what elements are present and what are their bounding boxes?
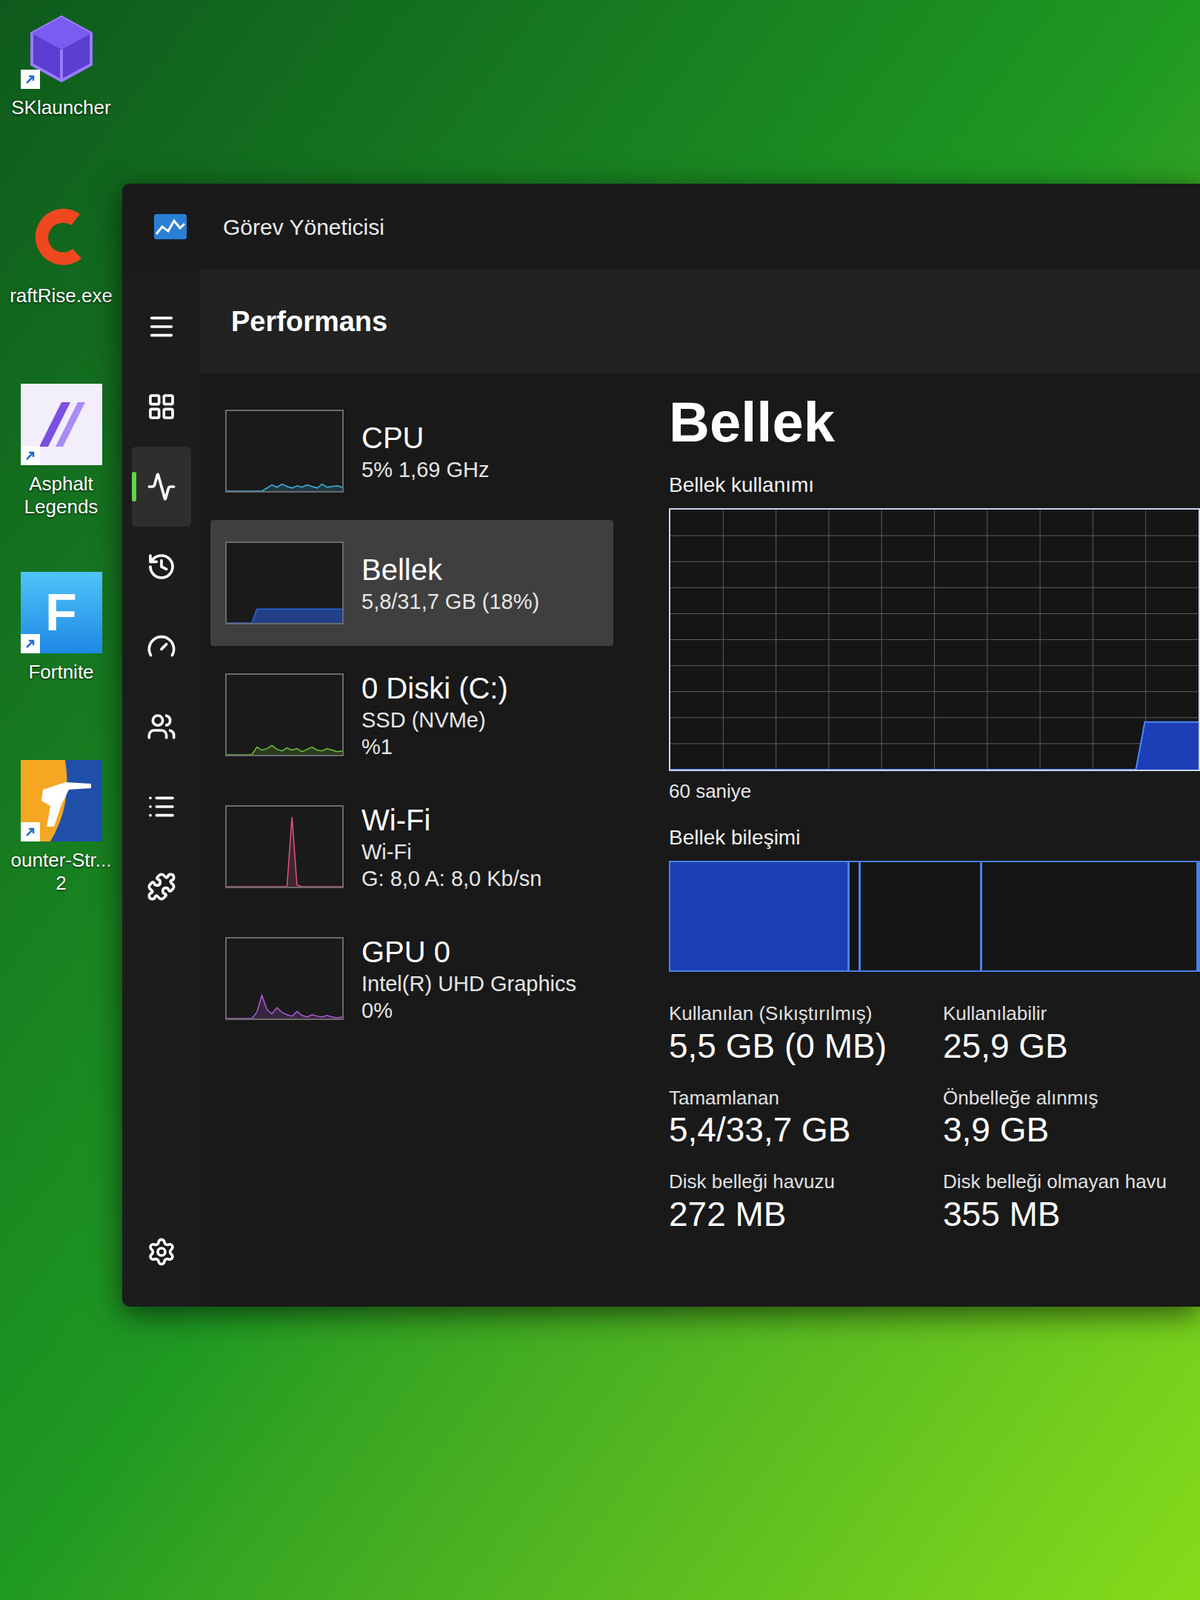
settings-icon (146, 1237, 177, 1267)
users-icon (146, 711, 177, 742)
desktop: SKlauncher raftRise.exe Asphalt Legends FFo… (0, 0, 1200, 1600)
stat: Tamamlanan5,4/33,7 GB (668, 1085, 943, 1152)
nav-item[interactable] (131, 286, 192, 367)
title-bar[interactable]: Görev Yöneticisi (122, 183, 1200, 270)
desktop-icon[interactable]: FFortnite (2, 571, 121, 750)
device-name: GPU 0 (361, 933, 577, 971)
desktop-icon-label: ounter-Str... 2 (3, 848, 120, 895)
device-name: 0 Diski (C:) (361, 669, 509, 707)
page-header: Performans (200, 269, 1200, 374)
performance-icon (146, 471, 177, 502)
stat-value: 5,5 GB (0 MB) (668, 1025, 943, 1067)
device-detail: 5% 1,69 GHz (361, 456, 489, 483)
device-sparkline (225, 937, 344, 1020)
history-icon (146, 551, 177, 582)
startup-icon (146, 631, 177, 662)
desktop-icon[interactable]: raftRise.exe (2, 195, 121, 374)
stat: Önbelleğe alınmış3,9 GB (942, 1085, 1200, 1152)
nav-item[interactable] (131, 446, 192, 527)
composition-segment[interactable] (982, 862, 1199, 971)
desktop-icon-label: Asphalt Legends (3, 472, 120, 519)
memory-usage-chart (668, 508, 1200, 772)
device-name: Wi-Fi (361, 801, 542, 839)
shortcut-arrow-icon (20, 634, 40, 654)
device-sparkline (225, 805, 344, 889)
stat-value: 5,4/33,7 GB (668, 1109, 943, 1151)
device-item[interactable]: Wi-FiWi-FiG: 8,0 A: 8,0 Kb/sn (210, 783, 614, 910)
detail-title: Bellek (668, 394, 1200, 451)
desktop-icons: SKlauncher raftRise.exe Asphalt Legends FFo… (0, 0, 123, 1600)
device-detail: %1 (361, 733, 509, 760)
desktop-icon-label: SKlauncher (3, 96, 120, 120)
craftrise-logo-icon (20, 195, 103, 278)
device-detail: SSD (NVMe) (361, 706, 509, 734)
device-detail: 0% (361, 997, 577, 1024)
desktop-icon-label: Fortnite (3, 660, 120, 684)
nav-item[interactable] (131, 846, 192, 927)
shortcut-arrow-icon (20, 69, 40, 89)
composition-segment[interactable] (670, 862, 850, 971)
device-detail: Intel(R) UHD Graphics (361, 970, 577, 998)
window-title: Görev Yöneticisi (222, 210, 385, 244)
stat-label: Önbelleğe alınmış (942, 1085, 1200, 1111)
menu-icon (146, 311, 177, 342)
chart-time-label: 60 saniye (668, 777, 1200, 806)
device-item[interactable]: GPU 0Intel(R) UHD Graphics0% (210, 915, 614, 1042)
stat-value: 25,9 GB (942, 1025, 1200, 1067)
shortcut-arrow-icon (20, 445, 40, 466)
chart-title: Bellek kullanımı (668, 469, 1200, 501)
services-icon (146, 871, 177, 902)
processes-icon (146, 391, 177, 422)
task-manager-icon (153, 213, 188, 240)
page-title: Performans (231, 300, 388, 343)
stat: Kullanılabilir25,9 GB (942, 1001, 1200, 1067)
memory-stats: Kullanılan (Sıkıştırılmış)5,5 GB (0 MB)K… (668, 1001, 1200, 1235)
stat-label: Disk belleği havuzu (668, 1169, 943, 1195)
desktop-icon[interactable]: ounter-Str... 2 (2, 760, 121, 938)
desktop-icon[interactable]: Asphalt Legends (2, 383, 121, 562)
stat-label: Kullanılabilir (942, 1001, 1200, 1026)
stat-label: Kullanılan (Sıkıştırılmış) (668, 1001, 943, 1026)
task-manager-window: Görev Yöneticisi Performans CPU5% 1,69 GHz… (122, 183, 1200, 1307)
stat: Disk belleği olmayan havu355 MB (942, 1169, 1200, 1235)
main-panel: PerformansCPU5% 1,69 GHzBellek5,8/31,7 G… (200, 269, 1200, 1307)
desktop-icon[interactable]: SKlauncher (2, 7, 121, 186)
nav-item[interactable] (131, 766, 192, 847)
nav-item[interactable] (131, 366, 192, 447)
composition-segment[interactable] (860, 862, 983, 971)
stat-label: Disk belleği olmayan havu (942, 1169, 1200, 1195)
stat-value: 272 MB (668, 1194, 943, 1235)
detail-panel: Bellek Bellek kullanımı 60 saniye Bellek bi… (613, 373, 1200, 1307)
stat: Kullanılan (Sıkıştırılmış)5,5 GB (0 MB) (668, 1001, 943, 1067)
details-icon (146, 791, 177, 822)
device-detail: G: 8,0 A: 8,0 Kb/sn (361, 865, 542, 892)
stat-label: Tamamlanan (668, 1085, 943, 1111)
stat-value: 3,9 GB (942, 1109, 1200, 1151)
device-item[interactable]: 0 Diski (C:)SSD (NVMe)%1 (210, 651, 614, 778)
desktop-icon-label: raftRise.exe (3, 284, 120, 308)
device-item[interactable]: Bellek5,8/31,7 GB (18%) (210, 520, 614, 646)
nav-item[interactable] (131, 686, 192, 767)
selected-indicator (131, 471, 137, 502)
device-sparkline (225, 541, 344, 625)
nav-item[interactable] (131, 526, 192, 607)
device-name: CPU (361, 419, 489, 457)
device-list: CPU5% 1,69 GHzBellek5,8/31,7 GB (18%)0 D… (200, 373, 614, 1307)
device-sparkline (225, 673, 344, 757)
nav-rail (122, 269, 200, 1307)
device-detail: 5,8/31,7 GB (18%) (361, 588, 540, 615)
device-detail: Wi-Fi (361, 838, 542, 866)
shortcut-arrow-icon (20, 822, 40, 842)
device-item[interactable]: CPU5% 1,69 GHz (210, 388, 614, 515)
stat: Disk belleği havuzu272 MB (668, 1169, 943, 1235)
composition-segment[interactable] (849, 862, 860, 971)
nav-item[interactable] (131, 606, 192, 687)
device-sparkline (225, 409, 344, 493)
stat-value: 355 MB (942, 1194, 1200, 1235)
composition-bar (668, 860, 1200, 972)
nav-item[interactable] (131, 1211, 192, 1292)
device-name: Bellek (361, 551, 540, 589)
composition-title: Bellek bileşimi (668, 822, 1200, 854)
